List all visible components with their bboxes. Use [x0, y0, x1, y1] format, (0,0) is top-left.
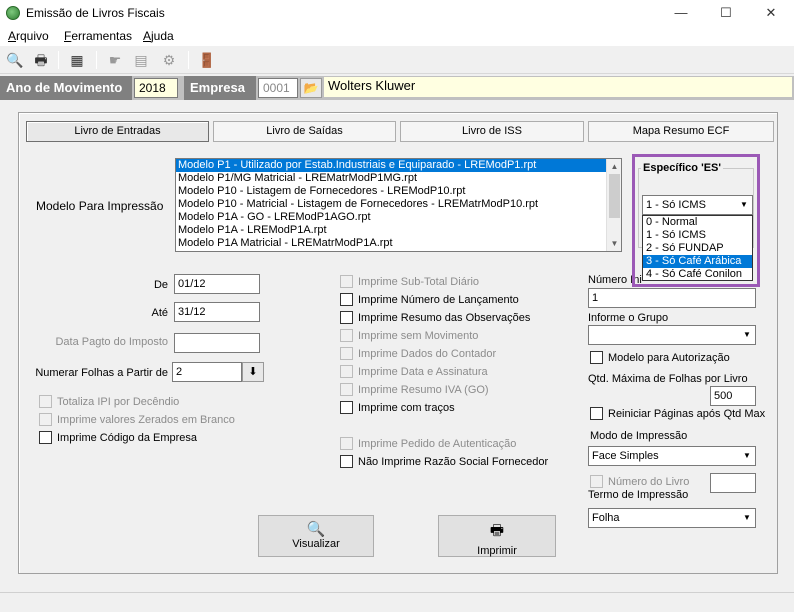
scroll-thumb[interactable]	[609, 174, 620, 218]
chk-valores-zerados[interactable]: Imprime valores Zerados em Branco	[39, 413, 235, 426]
list-item[interactable]: Modelo P1 - Utilizado por Estab.Industri…	[176, 159, 621, 172]
minimize-button[interactable]: —	[658, 0, 704, 26]
preview-icon: 🔍	[306, 521, 326, 538]
ate-field[interactable]: 31/12	[174, 302, 260, 322]
chk-sem-movimento[interactable]: Imprime sem Movimento	[340, 329, 478, 342]
imprimir-button[interactable]: 🖶 Imprimir	[438, 515, 556, 557]
dropdown-option[interactable]: 2 - Só FUNDAP	[643, 242, 752, 255]
scroll-up-icon[interactable]: ▲	[607, 159, 621, 174]
modo-select[interactable]: Face Simples ▼	[588, 446, 756, 466]
chk-dados-contador[interactable]: Imprime Dados do Contador	[340, 347, 496, 360]
empresa-code-field[interactable]: 0001	[258, 78, 298, 98]
chevron-down-icon: ▼	[743, 451, 751, 460]
dropdown-option[interactable]: 0 - Normal	[643, 216, 752, 229]
grupo-select[interactable]: ▼	[588, 325, 756, 345]
termo-select[interactable]: Folha ▼	[588, 508, 756, 528]
dropdown-option[interactable]: 4 - Só Café Conilon	[643, 268, 752, 281]
numero-livro-field[interactable]	[710, 473, 756, 493]
chk-numero-lancamento[interactable]: Imprime Número de Lançamento	[340, 293, 519, 306]
menu-ajuda[interactable]: Ajuda	[143, 29, 174, 43]
window-title: Emissão de Livros Fiscais	[26, 6, 165, 20]
chk-data-assinatura[interactable]: Imprime Data e Assinatura	[340, 365, 488, 378]
filter-bar: Ano de Movimento 2018 Empresa 0001 📂 Wol…	[0, 76, 794, 100]
folder-icon[interactable]: 📂	[300, 78, 322, 98]
list-item[interactable]: Modelo P1/MG Matricial - LREMatrModP1MG.…	[176, 172, 621, 185]
menu-arquivo[interactable]: Arquivo	[8, 29, 49, 43]
print-icon[interactable]: 🖶	[30, 50, 52, 70]
modelo-listbox[interactable]: Modelo P1 - Utilizado por Estab.Industri…	[175, 158, 622, 252]
visualizar-button[interactable]: 🔍 Visualizar	[258, 515, 374, 557]
pagto-field[interactable]	[174, 333, 260, 353]
toolbar-separator	[58, 51, 59, 69]
chk-razao-social[interactable]: Não Imprime Razão Social Fornecedor	[340, 455, 548, 468]
app-icon	[6, 6, 20, 20]
list-item[interactable]: Modelo P10 - Listagem de Fornecedores - …	[176, 185, 621, 198]
ano-label: Ano de Movimento	[0, 76, 132, 100]
chevron-down-icon: ▼	[743, 330, 751, 339]
report-icon[interactable]: ▦	[66, 50, 88, 70]
tab-livro-saidas[interactable]: Livro de Saídas	[213, 121, 396, 142]
list-item[interactable]: Modelo P1A - LREModP1A.rpt	[176, 224, 621, 237]
dropdown-option[interactable]: 1 - Só ICMS	[643, 229, 752, 242]
chk-totaliza-ipi[interactable]: Totaliza IPI por Decêndio	[39, 395, 179, 408]
menu-ferramentas[interactable]: Ferramentas	[64, 29, 132, 43]
chk-com-tracos[interactable]: Imprime com traços	[340, 401, 455, 414]
close-button[interactable]: ✕	[748, 0, 794, 26]
tab-mapa-resumo-ecf[interactable]: Mapa Resumo ECF	[588, 121, 774, 142]
chk-codigo-empresa[interactable]: Imprime Código da Empresa	[39, 431, 197, 444]
qtd-field[interactable]: 500	[710, 386, 756, 406]
list-item[interactable]: Modelo P1A Matricial - LREMatrModP1A.rpt	[176, 237, 621, 250]
especifico-dropdown[interactable]: 0 - Normal 1 - Só ICMS 2 - Só FUNDAP 3 -…	[642, 215, 753, 281]
dropdown-option[interactable]: 3 - Só Café Arábica	[643, 255, 752, 268]
title-bar: Emissão de Livros Fiscais — ☐ ✕	[0, 0, 794, 26]
grupo-label: Informe o Grupo	[588, 312, 669, 324]
modelo-label: Modelo Para Impressão	[36, 199, 164, 213]
preview-icon[interactable]: 🔍	[4, 50, 26, 70]
folhas-label: Numerar Folhas a Partir de	[35, 367, 168, 379]
de-label: De	[153, 279, 168, 291]
tab-livro-iss[interactable]: Livro de ISS	[400, 121, 584, 142]
toolbar-separator	[96, 51, 97, 69]
chk-reiniciar-paginas[interactable]: Reiniciar Páginas após Qtd Max	[590, 407, 765, 420]
print-icon: 🖶	[489, 522, 505, 539]
numero-inicial-field[interactable]: 1	[588, 288, 756, 308]
maximize-button[interactable]: ☐	[703, 0, 749, 26]
termo-label: Termo de Impressão	[588, 489, 689, 501]
status-bar	[0, 592, 794, 612]
tab-livro-entradas[interactable]: Livro de Entradas	[26, 121, 209, 142]
empresa-label: Empresa	[184, 76, 256, 100]
folhas-field[interactable]: 2	[172, 362, 242, 382]
chevron-down-icon: ▼	[743, 513, 751, 522]
exit-door-icon[interactable]: 🚪	[196, 50, 218, 70]
document-icon[interactable]: ▤	[130, 50, 152, 70]
empresa-name-field: Wolters Kluwer	[324, 77, 792, 97]
chk-modelo-autorizacao[interactable]: Modelo para Autorização	[590, 351, 730, 364]
pagto-label: Data Pagto do Imposto	[55, 336, 168, 348]
list-item[interactable]: Modelo P10 - Matricial - Listagem de For…	[176, 198, 621, 211]
chk-resumo-iva[interactable]: Imprime Resumo IVA (GO)	[340, 383, 489, 396]
vertical-scrollbar[interactable]: ▲ ▼	[606, 159, 621, 251]
qtd-label: Qtd. Máxima de Folhas por Livro	[588, 373, 748, 385]
especifico-select[interactable]: 1 - Só ICMS ▼	[642, 195, 753, 215]
toolbar-separator	[188, 51, 189, 69]
chk-pedido-autenticacao[interactable]: Imprime Pedido de Autenticação	[340, 437, 516, 450]
tools-icon[interactable]: ⚙	[158, 50, 180, 70]
download-icon[interactable]: ⬇	[242, 362, 264, 382]
toolbar: 🔍 🖶 ▦ ☛ ▤ ⚙ 🚪	[0, 46, 794, 74]
hand-icon[interactable]: ☛	[104, 50, 126, 70]
ano-field[interactable]: 2018	[134, 78, 178, 98]
ate-label: Até	[151, 307, 168, 319]
scroll-down-icon[interactable]: ▼	[607, 236, 621, 251]
especifico-title: Específico 'ES'	[641, 162, 723, 174]
chk-subtotal-diario[interactable]: Imprime Sub-Total Diário	[340, 275, 479, 288]
list-item[interactable]: Modelo P1A - GO - LREModP1AGO.rpt	[176, 211, 621, 224]
menu-bar: Arquivo Ferramentas Ajuda	[0, 26, 794, 46]
modo-label: Modo de Impressão	[590, 430, 688, 442]
chk-numero-livro[interactable]: Número do Livro	[590, 475, 689, 488]
chk-resumo-observacoes[interactable]: Imprime Resumo das Observações	[340, 311, 530, 324]
de-field[interactable]: 01/12	[174, 274, 260, 294]
chevron-down-icon: ▼	[740, 200, 748, 209]
